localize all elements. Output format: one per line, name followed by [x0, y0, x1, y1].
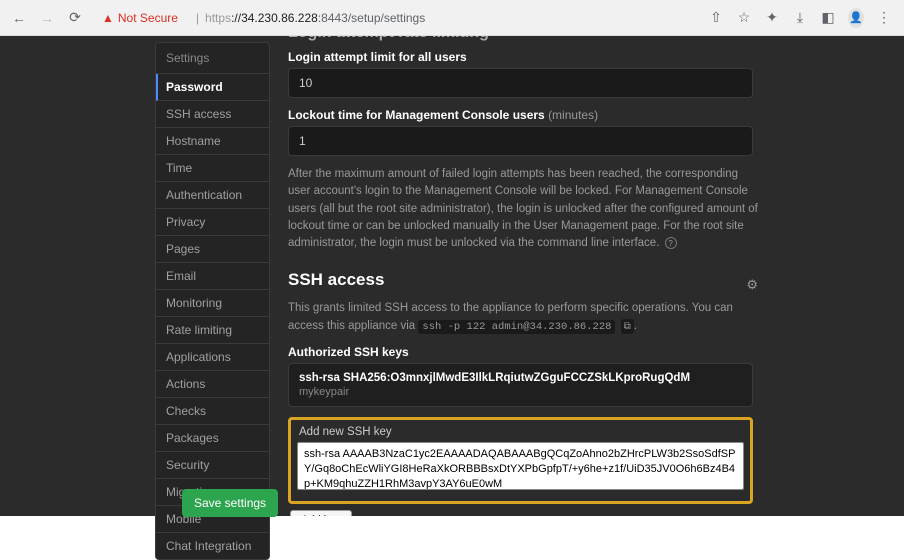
bookmark-icon[interactable]: ☆: [736, 9, 752, 26]
ssh-key-entry: ssh-rsa SHA256:O3mnxjlMwdE3IlkLRqiutwZGg…: [288, 363, 753, 407]
sidebar-item-time[interactable]: Time: [156, 155, 269, 182]
login-rate-limit-title: Login attempt rate limiting: [288, 36, 884, 42]
sidebar-item-rate-limiting[interactable]: Rate limiting: [156, 317, 269, 344]
forward-button[interactable]: →: [36, 7, 58, 29]
add-ssh-key-box: Add new SSH key: [288, 417, 753, 504]
address-bar[interactable]: | https ://34.230.86.228 :8443/setup/set…: [190, 11, 702, 25]
warning-icon: ▲: [102, 11, 114, 25]
sidebar-item-privacy[interactable]: Privacy: [156, 209, 269, 236]
ssh-access-title: SSH access: [288, 270, 384, 290]
ssh-key-textarea[interactable]: [297, 442, 744, 490]
not-secure-text: Not Secure: [118, 11, 178, 25]
gear-icon[interactable]: ⚙: [746, 277, 758, 293]
app-content: Settings Password SSH access Hostname Ti…: [0, 36, 904, 516]
download-icon[interactable]: ⤓: [792, 9, 808, 26]
rate-limit-helper: After the maximum amount of failed login…: [288, 166, 758, 252]
browser-actions: ⇧ ☆ ✦ ⤓ ◧ 👤 ⋮: [708, 8, 896, 28]
sidebar-item-password[interactable]: Password: [156, 74, 269, 101]
sidebar-item-authentication[interactable]: Authentication: [156, 182, 269, 209]
sidebar-item-monitoring[interactable]: Monitoring: [156, 290, 269, 317]
menu-icon[interactable]: ⋮: [876, 9, 892, 26]
sidebar-item-actions[interactable]: Actions: [156, 371, 269, 398]
sidebar-item-chat-integration[interactable]: Chat Integration: [156, 533, 269, 559]
ssh-key-fingerprint: ssh-rsa SHA256:O3mnxjlMwdE3IlkLRqiutwZGg…: [299, 372, 742, 384]
sidebar-item-checks[interactable]: Checks: [156, 398, 269, 425]
settings-sidebar: Settings Password SSH access Hostname Ti…: [155, 42, 270, 560]
sidebar-header: Settings: [156, 43, 269, 74]
url-host: ://34.230.86.228: [231, 11, 318, 25]
sidebar-item-applications[interactable]: Applications: [156, 344, 269, 371]
sidebar-item-pages[interactable]: Pages: [156, 236, 269, 263]
ssh-access-desc: This grants limited SSH access to the ap…: [288, 300, 758, 335]
add-key-button[interactable]: Add key: [290, 510, 352, 516]
login-limit-input[interactable]: 10: [288, 68, 753, 98]
sidebar-item-hostname[interactable]: Hostname: [156, 128, 269, 155]
sidebar-item-packages[interactable]: Packages: [156, 425, 269, 452]
browser-toolbar: ← → ⟳ ▲ Not Secure | https ://34.230.86.…: [0, 0, 904, 36]
sidebar-item-email[interactable]: Email: [156, 263, 269, 290]
add-ssh-key-label: Add new SSH key: [297, 426, 744, 438]
back-button[interactable]: ←: [8, 7, 30, 29]
main-panel: Login attempt rate limiting Login attemp…: [270, 36, 904, 516]
authorized-keys-label: Authorized SSH keys: [288, 345, 884, 359]
lockout-input[interactable]: 1: [288, 126, 753, 156]
lockout-label: Lockout time for Management Console user…: [288, 108, 884, 122]
url-path: :8443/setup/settings: [318, 11, 425, 25]
sidebar-item-ssh-access[interactable]: SSH access: [156, 101, 269, 128]
copy-icon[interactable]: ⧉: [621, 319, 634, 334]
save-settings-button[interactable]: Save settings: [182, 489, 278, 517]
login-limit-label: Login attempt limit for all users: [288, 50, 884, 64]
share-icon[interactable]: ⇧: [708, 9, 724, 26]
profile-avatar[interactable]: 👤: [848, 8, 864, 28]
ssh-key-name: mykeypair: [299, 386, 742, 398]
help-icon[interactable]: ?: [665, 237, 677, 249]
ssh-command: ssh -p 122 admin@34.230.86.228: [418, 320, 615, 334]
extensions-icon[interactable]: ✦: [764, 9, 780, 26]
reload-button[interactable]: ⟳: [64, 7, 86, 29]
sidebar-item-security[interactable]: Security: [156, 452, 269, 479]
sidepanel-icon[interactable]: ◧: [820, 9, 836, 26]
security-badge[interactable]: ▲ Not Secure: [102, 11, 178, 25]
url-scheme: https: [205, 11, 231, 25]
